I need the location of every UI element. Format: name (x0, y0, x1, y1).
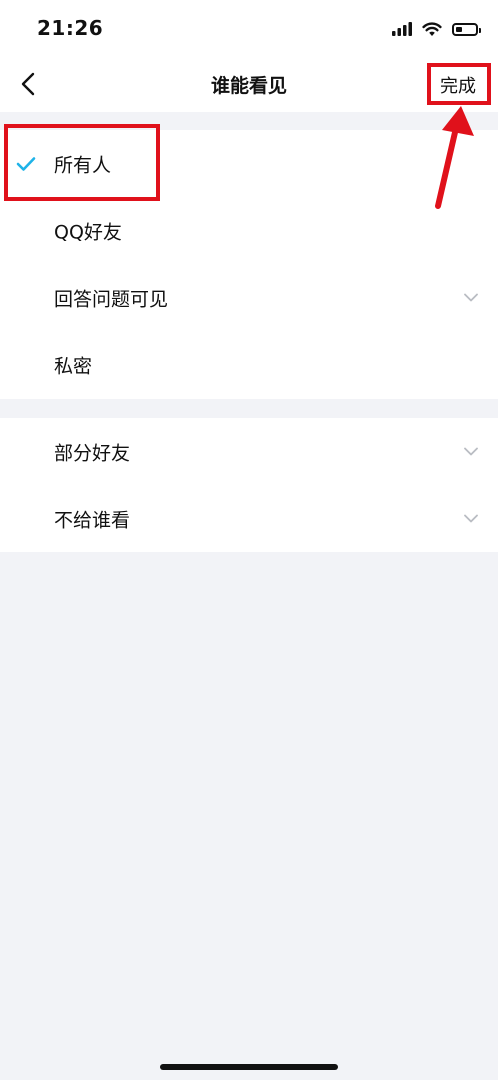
status-bar: 21:26 (0, 0, 498, 56)
option-label: 回答问题可见 (54, 288, 169, 310)
option-label: QQ好友 (54, 221, 122, 243)
signal-icon (392, 22, 412, 36)
visibility-options-group-2: 部分好友 不给谁看 (0, 418, 498, 552)
option-label: 部分好友 (54, 442, 131, 464)
option-hide-from[interactable]: 不给谁看 (0, 485, 498, 552)
option-some-friends[interactable]: 部分好友 (0, 418, 498, 485)
option-private[interactable]: 私密 (0, 331, 498, 398)
battery-icon (452, 22, 481, 36)
wifi-icon (422, 21, 442, 36)
chevron-down-icon[interactable] (464, 514, 478, 523)
home-indicator (160, 1064, 338, 1070)
annotation-highlight-done (427, 63, 491, 105)
annotation-highlight-everyone (4, 124, 160, 201)
chevron-down-icon[interactable] (464, 447, 478, 456)
annotation-arrow-icon (435, 106, 474, 209)
status-time: 21:26 (37, 16, 104, 40)
status-icons (392, 18, 481, 40)
option-label: 私密 (54, 355, 93, 377)
chevron-down-icon[interactable] (464, 293, 478, 302)
option-label: 不给谁看 (54, 509, 131, 531)
option-answer-question[interactable]: 回答问题可见 (0, 264, 498, 331)
page-title: 谁能看见 (210, 75, 287, 97)
